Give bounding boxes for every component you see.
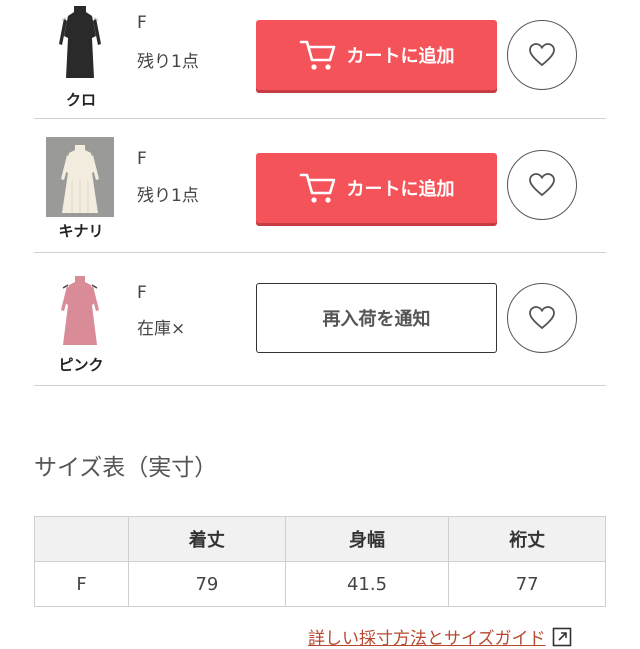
size-chart-title: サイズ表（実寸） [34, 455, 218, 481]
cart-icon [299, 40, 335, 70]
variant-stock: 在庫× [137, 319, 186, 339]
size-guide-link[interactable]: 詳しい採寸方法とサイズガイド [308, 624, 572, 649]
dress-shape [64, 6, 96, 78]
size-chart-header-cell [33, 516, 130, 562]
table-cell: F [33, 561, 130, 607]
add-to-cart-button[interactable]: カートに追加 [256, 20, 497, 90]
table-cell: 77 [448, 561, 606, 607]
favorite-button[interactable] [507, 283, 577, 353]
favorite-button[interactable] [507, 20, 577, 90]
restock-notify-button[interactable]: 再入荷を通知 [256, 283, 497, 353]
product-thumbnail[interactable] [46, 0, 114, 80]
cart-icon [299, 173, 335, 203]
size-chart-header-row: 着丈 身幅 裄丈 [33, 516, 606, 562]
size-guide-link-label: 詳しい採寸方法とサイズガイド [308, 629, 546, 649]
variant-row: キナリ F 残り1点 カートに追加 [34, 120, 606, 253]
heart-icon [529, 43, 555, 67]
variant-row: クロ F 残り1点 カートに追加 [34, 0, 606, 119]
size-chart-table: 着丈 身幅 裄丈 F 79 41.5 77 [33, 516, 606, 607]
variant-color-label: ピンク [58, 356, 104, 374]
add-to-cart-label: カートに追加 [346, 46, 455, 67]
variant-color-label: キナリ [58, 222, 104, 240]
variant-row: ピンク F 在庫× 再入荷を通知 [34, 253, 606, 386]
add-to-cart-button[interactable]: カートに追加 [256, 153, 497, 223]
product-thumbnail[interactable] [46, 137, 114, 217]
restock-notify-label: 再入荷を通知 [322, 309, 431, 330]
add-to-cart-label: カートに追加 [346, 179, 455, 200]
heart-icon [529, 306, 555, 330]
table-row: F 79 41.5 77 [33, 561, 606, 607]
favorite-button[interactable] [507, 150, 577, 220]
size-chart-header-cell: 身幅 [284, 516, 450, 562]
heart-icon [529, 173, 555, 197]
variant-size: F [137, 13, 147, 33]
table-cell: 79 [128, 561, 286, 607]
size-chart-header-cell: 着丈 [128, 516, 286, 562]
table-cell: 41.5 [284, 561, 450, 607]
size-chart-header-cell: 裄丈 [448, 516, 606, 562]
variant-size: F [137, 149, 147, 169]
variant-color-label: クロ [65, 91, 96, 109]
variant-stock: 残り1点 [137, 186, 199, 206]
variant-size: F [137, 283, 147, 303]
variant-stock: 残り1点 [137, 52, 199, 72]
external-link-icon [552, 627, 571, 646]
product-thumbnail[interactable] [46, 270, 114, 350]
